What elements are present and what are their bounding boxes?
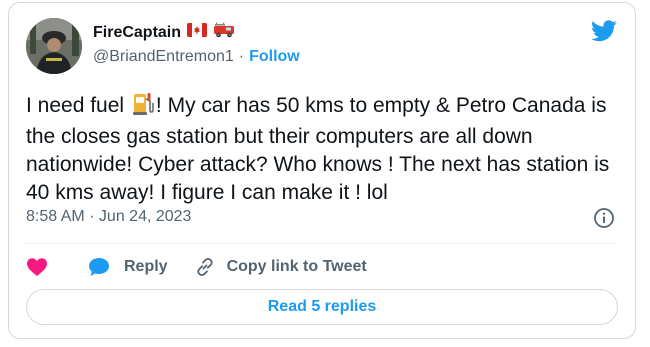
author-handle-row: @BriandEntremon1 · Follow <box>93 48 300 66</box>
like-button[interactable] <box>26 257 48 277</box>
author-handle[interactable]: @BriandEntremon1 <box>93 48 234 66</box>
twitter-bird-icon[interactable] <box>591 20 617 42</box>
link-icon <box>196 257 213 277</box>
avatar[interactable] <box>26 18 82 74</box>
tweet-text-start: I need fuel <box>26 94 130 117</box>
tweet-card: FireCaptain @BriandEntremon1 · Follow I … <box>8 2 636 339</box>
copy-link-label: Copy link to Tweet <box>226 258 367 275</box>
fire-engine-icon <box>213 22 235 43</box>
follow-link[interactable]: Follow <box>249 48 300 66</box>
canada-flag-icon <box>187 23 208 42</box>
tweet-text: I need fuel ! My car has 50 kms to empty… <box>26 91 626 207</box>
speech-bubble-icon <box>89 258 109 276</box>
copy-link-button[interactable]: Copy link to Tweet <box>194 256 367 278</box>
read-replies-button[interactable]: Read 5 replies <box>26 289 618 325</box>
tweet-timestamp[interactable]: 8:58 AM · Jun 24, 2023 <box>26 208 191 226</box>
info-icon[interactable] <box>593 207 615 229</box>
reply-button[interactable]: Reply <box>88 257 168 277</box>
handle-separator: · <box>238 48 245 65</box>
author-name-row: FireCaptain <box>93 22 235 43</box>
divider <box>26 243 618 244</box>
tweet-actions: Reply Copy link to Tweet <box>26 255 367 279</box>
reply-label: Reply <box>124 258 168 275</box>
fuel-pump-icon <box>132 91 154 123</box>
heart-icon <box>27 258 47 276</box>
display-name[interactable]: FireCaptain <box>93 24 181 42</box>
